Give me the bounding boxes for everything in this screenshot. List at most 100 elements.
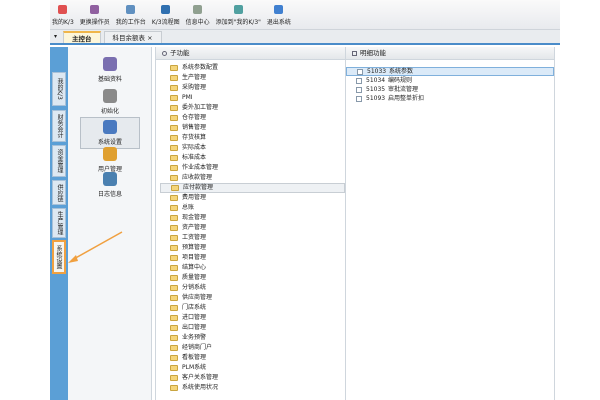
- folder-icon: [171, 185, 179, 191]
- tree-item[interactable]: 作业成本管理: [170, 163, 345, 173]
- tree-item[interactable]: 进口管理: [170, 313, 345, 323]
- tree-item[interactable]: 现金管理: [170, 213, 345, 223]
- toolbar-button-label: 更换操作员: [79, 19, 110, 26]
- module-icon-panel: 基础资料初始化 系统设置 用户管理 日志信息: [68, 47, 152, 400]
- tree-item-label: 标准成本: [182, 154, 207, 161]
- module-label: 基础资料: [97, 76, 122, 83]
- tree-item[interactable]: 总账: [170, 203, 345, 213]
- toolbar-button[interactable]: 添加到"我的K/3": [216, 5, 261, 26]
- folder-icon: [170, 175, 178, 181]
- detail-label: 启用整单折扣: [388, 95, 425, 102]
- tree-item[interactable]: 客户关系管理: [170, 373, 345, 383]
- tree-item[interactable]: 仓存管理: [170, 113, 345, 123]
- toolbar-button[interactable]: 信息中心: [186, 5, 210, 26]
- vertical-tab[interactable]: 资金管理: [52, 145, 66, 177]
- tree-item[interactable]: 采购管理: [170, 83, 345, 93]
- tree-item[interactable]: 质量管理: [170, 273, 345, 283]
- tree-item-label: 预算管理: [182, 244, 207, 251]
- tree-item-label: 工资管理: [182, 234, 207, 241]
- tree-item[interactable]: 预算管理: [170, 243, 345, 253]
- tree-item-label: 经销商门户: [182, 344, 213, 351]
- tree-item-label: 资产管理: [182, 224, 207, 231]
- tree-item[interactable]: 应收款管理: [170, 173, 345, 183]
- tree-item-label: 作业成本管理: [182, 164, 219, 171]
- collapse-icon[interactable]: [162, 50, 167, 56]
- tree-item[interactable]: 实际成本: [170, 143, 345, 153]
- tab-account-balance[interactable]: 科目余额表 ×: [103, 31, 162, 43]
- module-item[interactable]: 初始化: [80, 89, 140, 115]
- folder-icon: [170, 155, 178, 161]
- message-icon: [193, 5, 203, 14]
- module-item[interactable]: 用户管理: [80, 147, 140, 173]
- tree-item[interactable]: 结算中心: [170, 263, 345, 273]
- folder-icon: [170, 235, 178, 241]
- folder-icon: [170, 95, 178, 101]
- workbench-icon: [126, 5, 136, 14]
- home-icon: [58, 5, 68, 14]
- folder-icon: [170, 65, 178, 71]
- tree-item[interactable]: 委外加工管理: [170, 103, 345, 113]
- detail-item[interactable]: 51093 启用整单折扣: [346, 94, 554, 103]
- toolbar-button[interactable]: K/3流程图: [152, 5, 180, 26]
- toolbar-button[interactable]: 我的工作台: [116, 5, 146, 26]
- tree-item-label: 应收款管理: [182, 174, 213, 181]
- detail-item[interactable]: 51033 系统参数: [346, 67, 554, 76]
- detail-code: 51035: [366, 86, 386, 93]
- tree-item[interactable]: PMI: [170, 93, 345, 103]
- tree-item[interactable]: 出口管理: [170, 323, 345, 333]
- vertical-tab[interactable]: 财务会计: [52, 110, 66, 142]
- folder-icon: [170, 75, 178, 81]
- tree-item[interactable]: 工资管理: [170, 233, 345, 243]
- tree-item[interactable]: 资产管理: [170, 223, 345, 233]
- tab-label: 科目余额表: [112, 34, 146, 42]
- vertical-tab[interactable]: 我的K/3: [52, 72, 66, 106]
- module-icon: [103, 172, 117, 186]
- panel-header: 子功能: [156, 47, 345, 60]
- tree-item[interactable]: 分销系统: [170, 283, 345, 293]
- tree-item-label: 看板管理: [182, 354, 207, 361]
- detail-item[interactable]: 51035 审批流管理: [346, 85, 554, 94]
- tree-item[interactable]: 供应商管理: [170, 293, 345, 303]
- tree-item[interactable]: 存货核算: [170, 133, 345, 143]
- tab-main-console[interactable]: 主控台: [63, 31, 101, 43]
- close-icon[interactable]: ×: [147, 34, 152, 42]
- tree-item-label: PMI: [182, 94, 193, 101]
- tree-item[interactable]: 销售管理: [170, 123, 345, 133]
- tree-item[interactable]: 费用管理: [170, 193, 345, 203]
- tree-item[interactable]: 系统使用状况: [170, 383, 345, 393]
- tree-item[interactable]: 生产管理: [170, 73, 345, 83]
- tree-item[interactable]: 系统参数配置: [170, 63, 345, 73]
- tree-item[interactable]: 门店系统: [170, 303, 345, 313]
- toolbar-button[interactable]: 更换操作员: [80, 5, 110, 26]
- vertical-tab[interactable]: 供应链: [52, 180, 66, 205]
- sub-function-panel: 子功能 系统参数配置生产管理 采购管理 PMI 委外加工管理 仓存管理销售管理 存货核算实…: [155, 47, 345, 400]
- module-item[interactable]: 基础资料: [80, 57, 140, 83]
- module-item[interactable]: 日志信息: [80, 172, 140, 198]
- toolbar-button[interactable]: 退出系统: [267, 5, 291, 26]
- tree-item-label: 系统参数配置: [182, 64, 219, 71]
- tree-item-label: 现金管理: [182, 214, 207, 221]
- tree-item[interactable]: PLM系统: [170, 363, 345, 373]
- tree-item[interactable]: 标准成本: [170, 153, 345, 163]
- toolbar-button[interactable]: 我的K/3: [52, 5, 74, 26]
- tab-bar: ▾ 主控台 科目余额表 ×: [50, 30, 560, 45]
- module-item[interactable]: 系统设置: [80, 117, 140, 149]
- toolbar-button-label: 退出系统: [266, 19, 291, 26]
- tree-item[interactable]: 看板管理: [170, 353, 345, 363]
- collapse-icon[interactable]: [352, 50, 357, 56]
- tree-item[interactable]: 项目管理: [170, 253, 345, 263]
- folder-icon: [170, 245, 178, 251]
- folder-icon: [170, 325, 178, 331]
- tree-item[interactable]: 经销商门户: [170, 343, 345, 353]
- tree-item-label: 仓存管理: [182, 114, 207, 121]
- tree-item-label: 实际成本: [182, 144, 207, 151]
- flowchart-icon: [161, 5, 171, 14]
- folder-icon: [170, 195, 178, 201]
- annotation-arrow-icon: [68, 231, 123, 263]
- tab-menu-icon[interactable]: ▾: [54, 31, 57, 43]
- document-icon: [356, 77, 362, 84]
- detail-item[interactable]: 51034 编码规则: [346, 76, 554, 85]
- tree-item[interactable]: 应付款管理: [160, 183, 345, 193]
- detail-label: 系统参数: [389, 68, 414, 75]
- tree-item[interactable]: 业务预警: [170, 333, 345, 343]
